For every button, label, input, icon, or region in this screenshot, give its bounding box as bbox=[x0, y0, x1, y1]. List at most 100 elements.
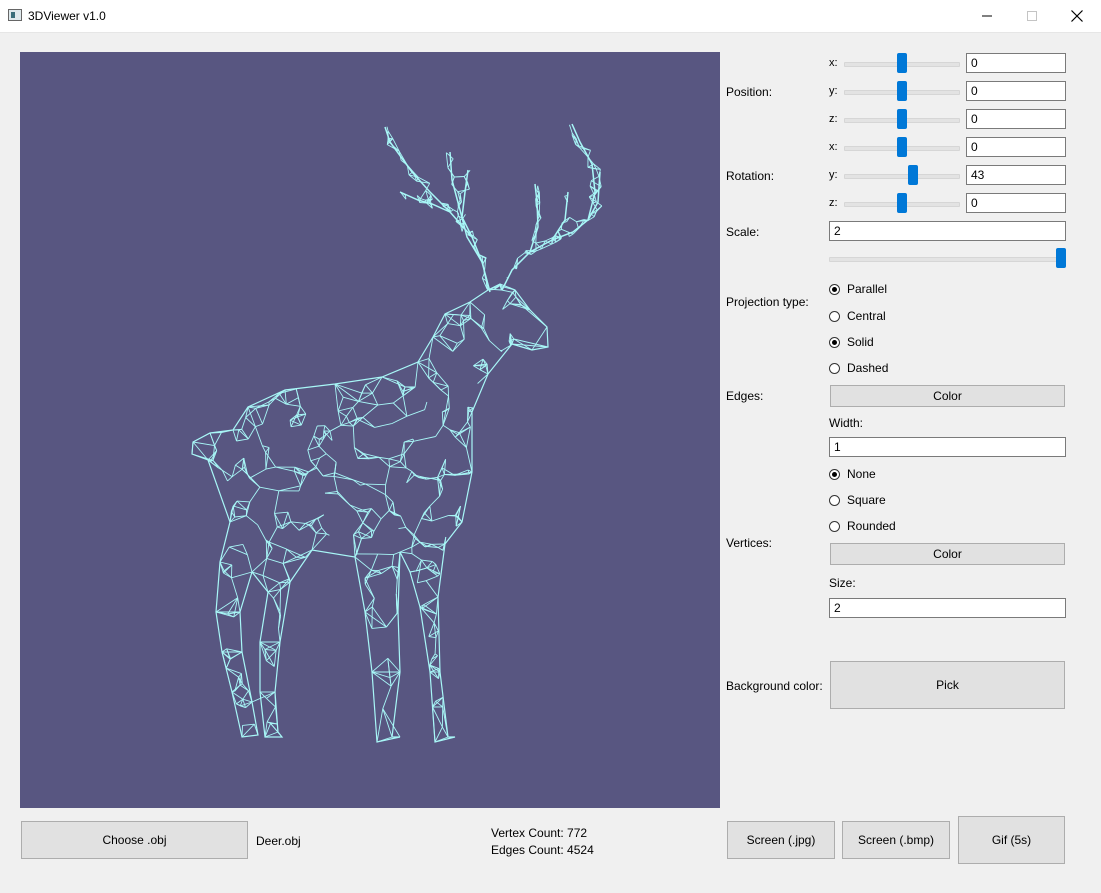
edges-width-input[interactable]: 1 bbox=[829, 437, 1066, 457]
mesh-edge bbox=[442, 424, 451, 431]
radio-circle[interactable] bbox=[829, 362, 840, 374]
mesh-edge bbox=[242, 698, 253, 703]
edges-count: Edges Count: 4524 bbox=[491, 843, 594, 857]
position-y-slider[interactable] bbox=[844, 81, 960, 101]
radio-circle[interactable] bbox=[829, 310, 840, 322]
slider-thumb[interactable] bbox=[908, 165, 918, 185]
edges-color-button[interactable]: Color bbox=[830, 385, 1065, 407]
edges-solid-label: Solid bbox=[847, 335, 874, 349]
mesh-edge bbox=[393, 551, 401, 556]
mesh-edge bbox=[223, 564, 233, 574]
position-y-input[interactable]: 0 bbox=[966, 81, 1066, 101]
mesh-edge bbox=[255, 423, 263, 428]
position-x-input[interactable]: 0 bbox=[966, 53, 1066, 73]
gif-button[interactable]: Gif (5s) bbox=[958, 816, 1065, 864]
mesh-edge bbox=[568, 233, 574, 237]
mesh-edge bbox=[465, 447, 473, 473]
slider-thumb[interactable] bbox=[897, 53, 907, 73]
rotation-z-slider[interactable] bbox=[844, 193, 960, 213]
rotation-x-slider[interactable] bbox=[844, 137, 960, 157]
slider-thumb[interactable] bbox=[1056, 248, 1066, 268]
mesh-edge bbox=[437, 547, 444, 551]
mesh-edge bbox=[266, 706, 276, 723]
rotation-x-input[interactable]: 0 bbox=[966, 137, 1066, 157]
title-bar: 3DViewer v1.0 bbox=[0, 0, 1101, 33]
edges-dashed-radio[interactable]: Dashed bbox=[829, 360, 888, 376]
mesh-edge bbox=[420, 190, 427, 199]
position-z-input[interactable]: 0 bbox=[966, 109, 1066, 129]
mesh-edge bbox=[293, 467, 296, 472]
mesh-edge bbox=[459, 315, 462, 326]
screen-jpg-button[interactable]: Screen (.jpg) bbox=[727, 821, 835, 859]
mesh-edge bbox=[434, 637, 437, 654]
slider-thumb[interactable] bbox=[897, 193, 907, 213]
mesh-edge bbox=[377, 553, 394, 556]
mesh-edge bbox=[336, 491, 351, 506]
mesh-edge bbox=[370, 553, 379, 571]
mesh-edge bbox=[364, 606, 373, 613]
mesh-edge bbox=[440, 389, 449, 397]
mesh-edge bbox=[266, 698, 276, 708]
mesh-edge bbox=[229, 651, 243, 660]
background-pick-button[interactable]: Pick bbox=[830, 661, 1065, 709]
mesh-edge bbox=[226, 648, 243, 653]
render-viewport[interactable] bbox=[20, 52, 720, 808]
vertices-none-radio[interactable]: None bbox=[829, 466, 876, 482]
mesh-edge bbox=[319, 453, 327, 459]
vertices-color-button[interactable]: Color bbox=[830, 543, 1065, 565]
mesh-edge bbox=[403, 441, 414, 455]
mesh-edge bbox=[458, 432, 467, 448]
mesh-edge bbox=[268, 526, 278, 543]
rotation-y-slider[interactable] bbox=[844, 165, 960, 185]
deer-wireframe bbox=[191, 123, 603, 743]
slider-thumb[interactable] bbox=[897, 81, 907, 101]
mesh-edge bbox=[470, 318, 484, 329]
scale-input[interactable]: 2 bbox=[829, 221, 1066, 241]
mesh-edge bbox=[334, 472, 354, 481]
rotation-z-input[interactable]: 0 bbox=[966, 193, 1066, 213]
radio-circle[interactable] bbox=[829, 520, 840, 532]
slider-thumb[interactable] bbox=[897, 109, 907, 129]
mesh-edge bbox=[286, 548, 297, 558]
position-x-slider[interactable] bbox=[844, 53, 960, 73]
radio-circle[interactable] bbox=[829, 468, 840, 480]
mesh-edge bbox=[352, 407, 358, 420]
mesh-edge bbox=[352, 426, 355, 448]
radio-circle[interactable] bbox=[829, 494, 840, 506]
mesh-edge bbox=[391, 415, 408, 425]
radio-circle[interactable] bbox=[829, 336, 840, 348]
vertices-size-input[interactable]: 2 bbox=[829, 598, 1066, 618]
slider-thumb[interactable] bbox=[897, 137, 907, 157]
mesh-edge bbox=[362, 512, 369, 523]
mesh-edge bbox=[287, 512, 292, 522]
vertices-rounded-radio[interactable]: Rounded bbox=[829, 518, 896, 534]
mesh-edge bbox=[386, 613, 398, 628]
mesh-edge bbox=[242, 690, 249, 700]
mesh-edge bbox=[411, 553, 422, 561]
edges-solid-radio[interactable]: Solid bbox=[829, 334, 874, 350]
mesh-edge bbox=[226, 667, 242, 675]
mesh-edge bbox=[236, 438, 249, 442]
mesh-edge bbox=[595, 168, 600, 177]
screen-bmp-button[interactable]: Screen (.bmp) bbox=[842, 821, 950, 859]
rotation-y-input[interactable]: 43 bbox=[966, 165, 1066, 185]
mesh-edge bbox=[259, 486, 279, 492]
scale-slider[interactable] bbox=[829, 248, 1066, 268]
mesh-edge bbox=[273, 650, 277, 667]
maximize-icon[interactable] bbox=[1009, 0, 1055, 32]
mesh-edge bbox=[428, 636, 436, 639]
vertices-size-label: Size: bbox=[829, 576, 856, 590]
mesh-edge bbox=[400, 515, 407, 528]
projection-parallel-radio[interactable]: Parallel bbox=[829, 281, 887, 297]
projection-central-radio[interactable]: Central bbox=[829, 308, 886, 324]
minimize-icon[interactable] bbox=[964, 0, 1010, 32]
close-icon[interactable] bbox=[1054, 0, 1100, 32]
choose-obj-button[interactable]: Choose .obj bbox=[21, 821, 248, 859]
mesh-edge bbox=[334, 383, 359, 402]
radio-circle[interactable] bbox=[829, 283, 840, 295]
vertices-square-radio[interactable]: Square bbox=[829, 492, 886, 508]
position-z-slider[interactable] bbox=[844, 109, 960, 129]
antler-edge bbox=[529, 183, 539, 253]
mesh-edge bbox=[489, 340, 501, 351]
mesh-edge bbox=[419, 567, 428, 571]
